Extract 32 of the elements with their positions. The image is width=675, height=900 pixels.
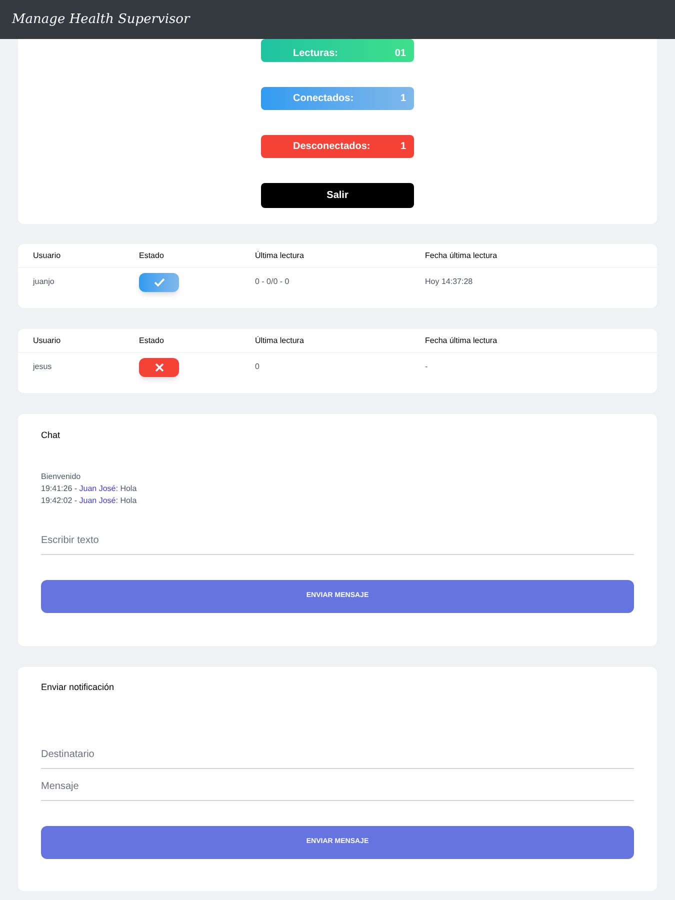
column-header: Fecha última lectura [425,334,498,346]
logout-button[interactable]: Salir [261,183,414,208]
column-header: Última lectura [255,334,305,346]
stat-label: Desconectados: [293,140,370,154]
stat-value: 1 [400,92,406,106]
column-header: Usuario [33,250,62,262]
close-icon [154,362,164,372]
column-header: Última lectura [255,250,305,262]
chat-message: 19:42:02 - Juan José: Hola [41,494,138,506]
stat-label: Lecturas: [293,47,338,61]
column-header: Estado [139,250,165,262]
chat-message: Bienvenido [41,470,82,482]
notification-title: Enviar notificación [41,680,116,694]
table-cell-text: - [425,361,429,373]
text-field[interactable]: Mensaje [41,773,634,801]
table-cell-text: jesus [33,361,53,373]
chat-title: Chat [41,429,62,442]
table-cell-text: Hoy 14:37:28 [425,276,474,288]
column-header: Fecha última lectura [425,250,498,262]
text-field[interactable]: Destinatario [41,741,634,769]
table-cell-text: juanjo [33,276,56,288]
stat-value: 01 [394,47,406,61]
table-cell-text: 0 [255,361,260,373]
app-title: Manage Health Supervisor [12,10,190,29]
stat-value: 1 [400,140,406,154]
table-cell-text: 0 - 0/0 - 0 [255,276,290,288]
column-header: Estado [139,334,165,346]
column-header: Usuario [33,334,62,346]
chat-message: 19:41:26 - Juan José: Hola [41,482,138,494]
stat-label: Conectados: [293,92,354,106]
text-field[interactable]: Escribir texto [41,526,634,554]
check-icon [154,278,164,286]
